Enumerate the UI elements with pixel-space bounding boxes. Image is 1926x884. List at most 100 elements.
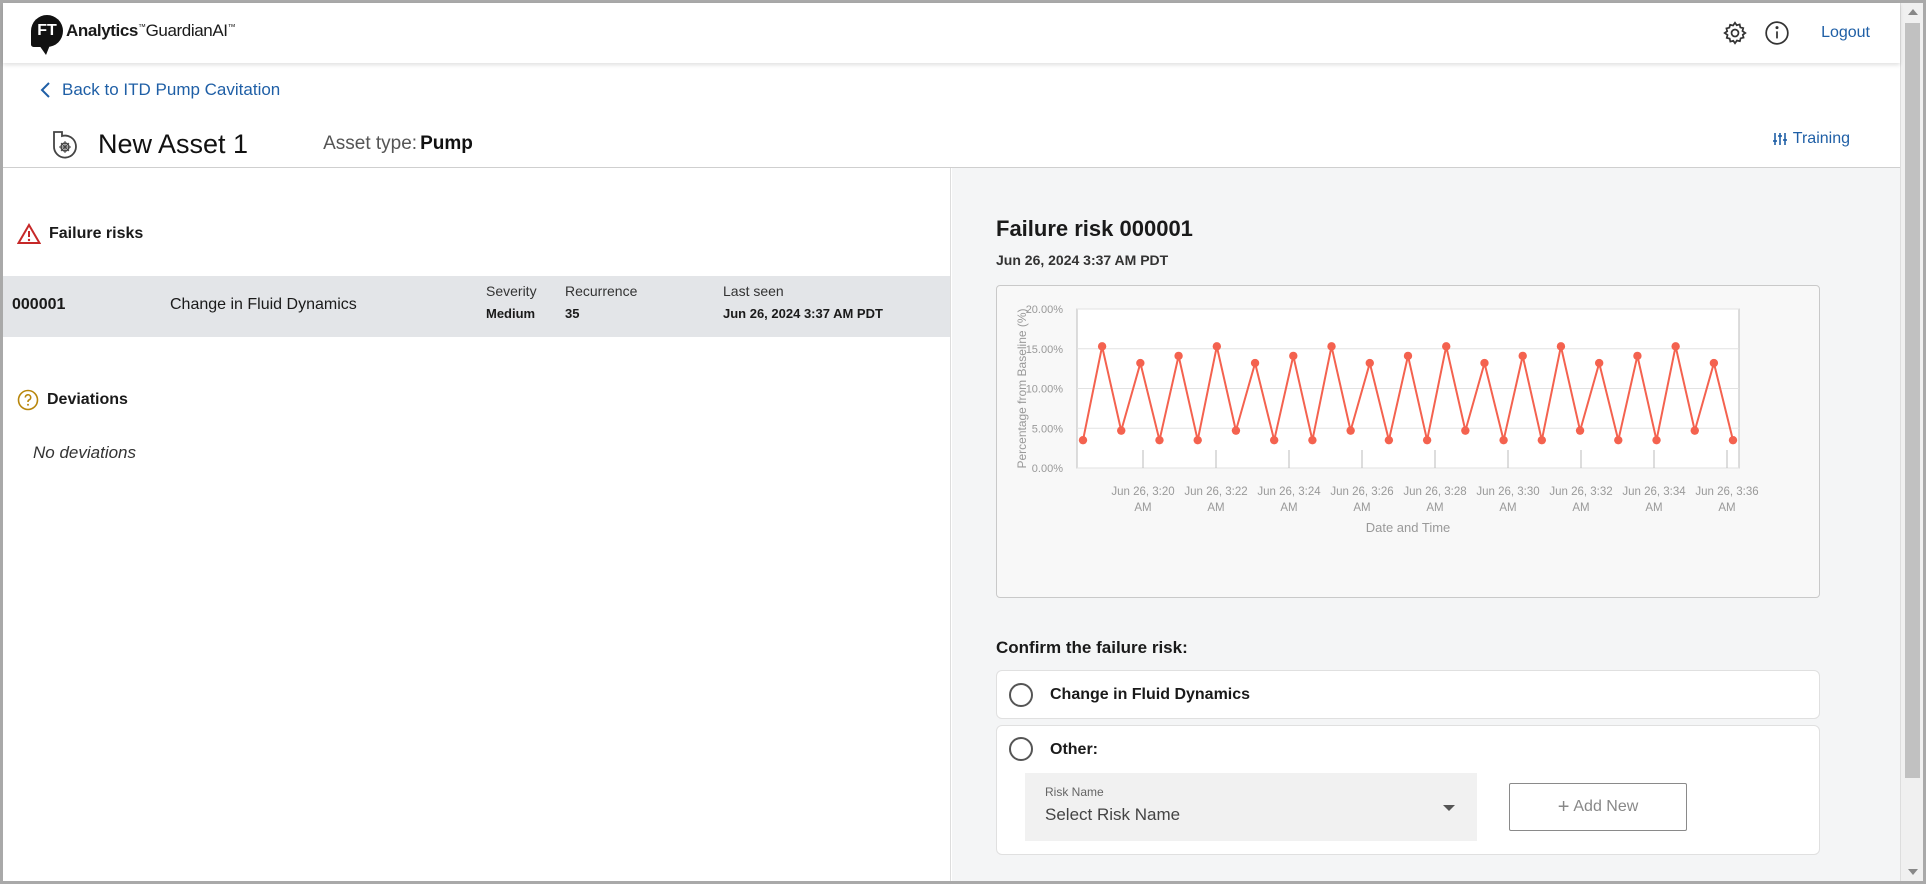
data-point [1575, 426, 1585, 435]
x-tick-label-line2: AM [1572, 502, 1589, 514]
logo-badge: FT [31, 15, 63, 55]
data-point [1212, 342, 1222, 351]
y-tick-label: 0.00% [1032, 463, 1063, 475]
failure-risks-heading: Failure risks [17, 223, 143, 245]
x-tick-label-line2: AM [1353, 502, 1370, 514]
recurrence-cell: Recurrence 35 [565, 283, 637, 321]
risk-name-select[interactable]: Risk Name Select Risk Name [1025, 773, 1477, 841]
deviations-heading: Deviations [17, 389, 128, 411]
back-link-label: Back to ITD Pump Cavitation [62, 80, 281, 99]
data-point [1652, 435, 1661, 445]
risk-name: Change in Fluid Dynamics [170, 296, 357, 313]
gear-icon[interactable] [1721, 19, 1749, 47]
data-point [1136, 358, 1145, 368]
header-actions: Logout [1721, 19, 1870, 47]
caret-down-icon [1443, 805, 1455, 811]
logo-brand: Analytics [66, 21, 138, 40]
no-deviations-text: No deviations [33, 443, 137, 462]
option-other[interactable]: Other: Risk Name Select Risk Name + Add … [996, 725, 1820, 855]
asset-type-label: Asset type: [323, 133, 418, 154]
logout-link[interactable]: Logout [1821, 24, 1870, 42]
info-icon[interactable] [1763, 19, 1791, 47]
pump-icon [53, 131, 77, 159]
left-pane: Failure risks 000001 Change in Fluid Dyn… [3, 168, 951, 881]
data-point [1155, 435, 1164, 445]
failure-risk-date: Jun 26, 2024 3:37 AM PDT [996, 252, 1169, 268]
data-point [1097, 342, 1107, 351]
x-tick-label: Jun 26, 3:30 [1476, 486, 1539, 498]
radio-change-fluid-dynamics[interactable] [1009, 683, 1033, 707]
scrollbar-thumb[interactable] [1905, 23, 1920, 778]
data-point [1556, 342, 1566, 351]
asset-type: Asset type: Pump [323, 133, 473, 155]
logo-product: GuardianAI [145, 21, 228, 40]
table-row[interactable]: 000001 Change in Fluid Dynamics Severity… [3, 276, 950, 337]
data-point [1442, 342, 1451, 351]
add-new-label: Add New [1573, 798, 1639, 815]
radio-other[interactable] [1009, 737, 1033, 761]
data-point [1537, 435, 1547, 445]
back-link[interactable]: Back to ITD Pump Cavitation [40, 80, 280, 100]
last-seen-cell: Last seen Jun 26, 2024 3:37 AM PDT [723, 283, 883, 321]
x-tick-label-line2: AM [1134, 502, 1151, 514]
data-point [1365, 358, 1374, 368]
failure-risks-label: Failure risks [49, 225, 144, 242]
x-tick-label: Jun 26, 3:26 [1330, 486, 1393, 498]
data-point [1633, 351, 1642, 361]
data-point [1193, 435, 1202, 445]
add-new-button[interactable]: + Add New [1509, 783, 1687, 831]
x-tick-label: Jun 26, 3:28 [1403, 486, 1466, 498]
x-tick-label-line2: AM [1280, 502, 1297, 514]
training-label: Training [1792, 130, 1850, 147]
data-point [1671, 342, 1680, 351]
failure-risk-title: Failure risk 000001 [996, 216, 1193, 241]
data-point [1422, 435, 1432, 445]
scroll-up-icon[interactable] [1908, 9, 1918, 15]
app-logo[interactable]: FT Analytics™GuardianAI™ [31, 15, 236, 55]
data-point [1384, 435, 1394, 445]
data-point [1690, 426, 1699, 435]
data-point [1117, 426, 1126, 435]
recurrence-value: 35 [565, 306, 580, 321]
training-button[interactable]: Training [1772, 130, 1850, 148]
option-change-fluid-dynamics[interactable]: Change in Fluid Dynamics [996, 670, 1820, 719]
recurrence-label: Recurrence [565, 283, 638, 299]
severity-label: Severity [486, 283, 537, 299]
data-point [1614, 435, 1623, 445]
x-tick-label-line2: AM [1426, 502, 1443, 514]
data-point [1231, 426, 1241, 435]
risk-id: 000001 [12, 296, 66, 313]
x-tick-label: Jun 26, 3:24 [1257, 486, 1321, 498]
data-point [1174, 351, 1183, 361]
data-point [1078, 435, 1088, 445]
x-tick-label-line2: AM [1207, 502, 1224, 514]
y-tick-label: 10.00% [1026, 384, 1064, 396]
scroll-down-icon[interactable] [1908, 869, 1918, 875]
last-seen-label: Last seen [723, 283, 784, 299]
option-1-label: Change in Fluid Dynamics [1050, 686, 1251, 703]
data-point [1499, 435, 1508, 445]
data-point [1461, 426, 1470, 435]
severity-cell: Severity Medium [486, 283, 537, 321]
data-point [1289, 351, 1298, 361]
data-point [1403, 351, 1413, 361]
x-tick-label: Jun 26, 3:34 [1622, 486, 1686, 498]
asset-header: New Asset 1 Asset type: Pump Training [50, 122, 1890, 166]
warning-icon [17, 223, 41, 244]
sliders-icon [1772, 133, 1787, 145]
x-tick-label: Jun 26, 3:20 [1111, 486, 1174, 498]
x-tick-label-line2: AM [1645, 502, 1662, 514]
x-axis-label: Date and Time [1366, 520, 1451, 535]
last-seen-value: Jun 26, 2024 3:37 AM PDT [723, 306, 883, 321]
data-point [1250, 358, 1260, 368]
data-point [1308, 435, 1317, 445]
question-circle-icon [17, 389, 39, 411]
data-point [1346, 426, 1355, 435]
data-point [1518, 351, 1527, 361]
vertical-scrollbar[interactable] [1900, 3, 1923, 881]
data-point [1594, 358, 1604, 368]
option-2-label: Other: [1050, 741, 1098, 758]
data-point [1709, 358, 1719, 368]
risk-name-value: Select Risk Name [1045, 805, 1181, 824]
x-tick-label: Jun 26, 3:32 [1549, 486, 1612, 498]
